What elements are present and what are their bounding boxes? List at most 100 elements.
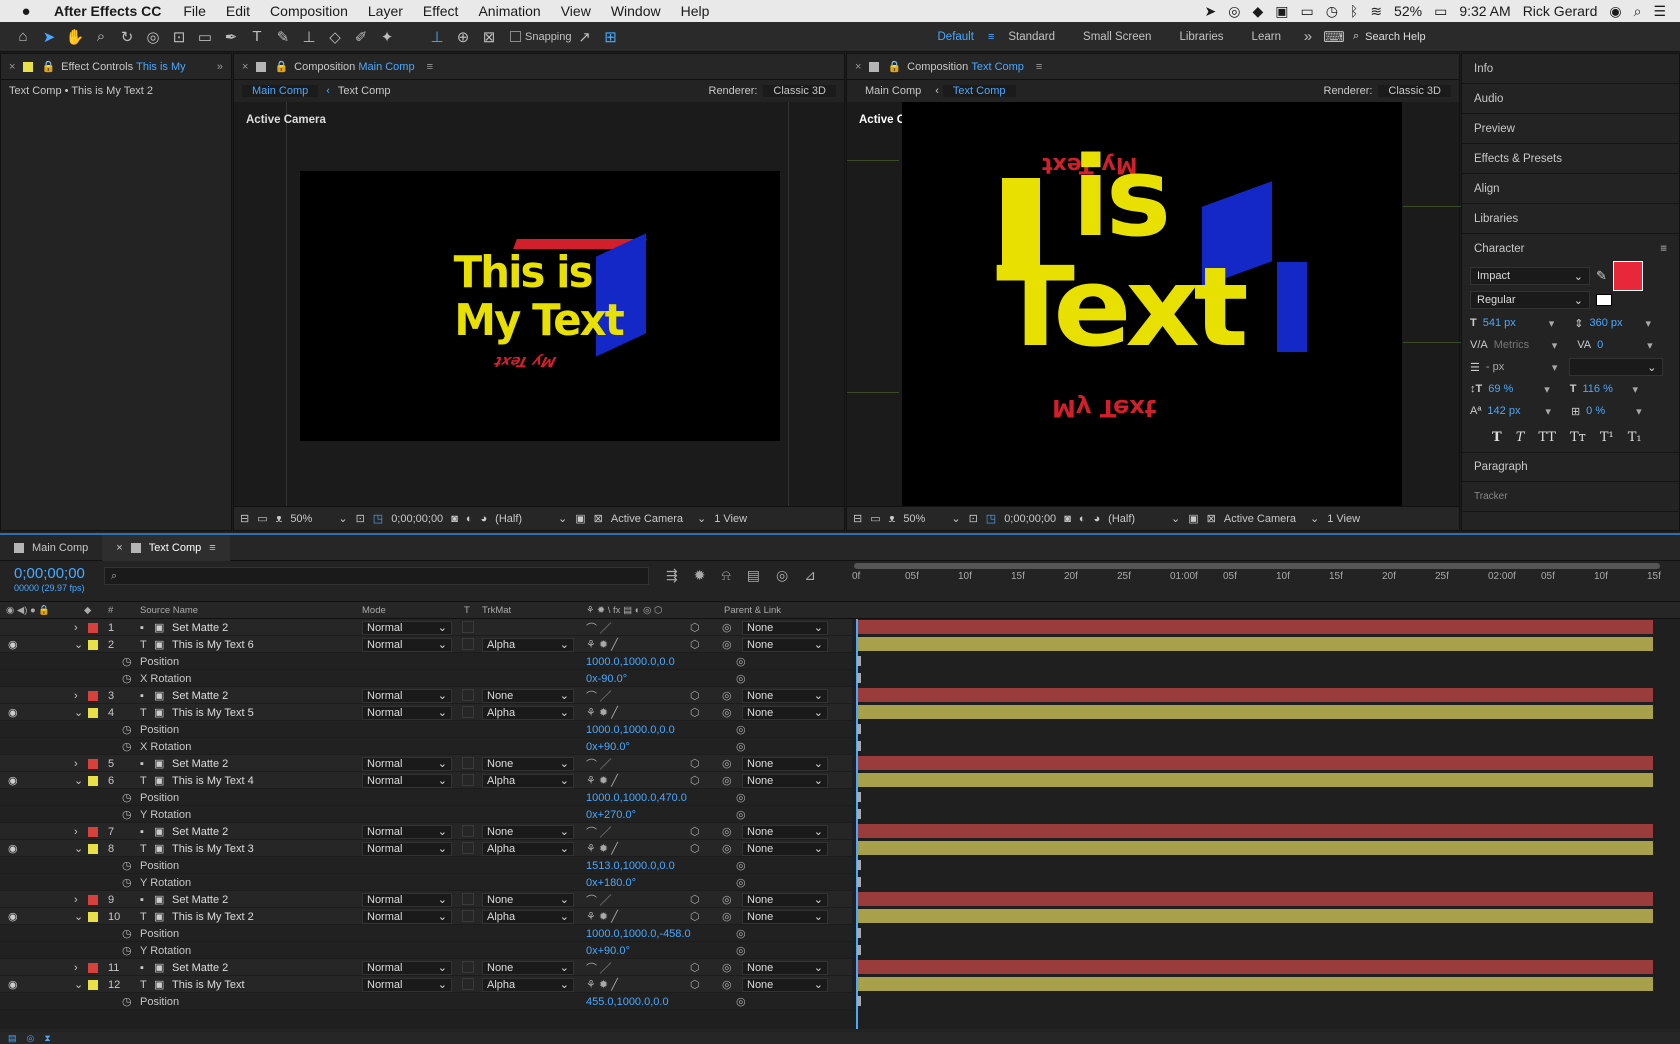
chevron-down-icon[interactable]: ⌄ bbox=[74, 840, 83, 857]
eye-icon[interactable]: ◉ bbox=[8, 908, 18, 925]
font-size-value[interactable]: 541 px bbox=[1483, 317, 1543, 329]
chevron-right-icon[interactable]: › bbox=[74, 619, 78, 636]
layer-duration-bar[interactable] bbox=[858, 620, 1653, 634]
chevron-down-icon[interactable]: ⌄ bbox=[74, 976, 83, 993]
snap-edges-icon[interactable]: ↗ bbox=[572, 24, 598, 50]
track-matte-select[interactable]: Alpha ⌄ bbox=[482, 977, 574, 992]
tracker-panel[interactable]: Tracker bbox=[1462, 482, 1679, 512]
panel-menu-icon[interactable]: ≡ bbox=[1036, 61, 1042, 73]
workspace-standard[interactable]: Standard bbox=[994, 31, 1069, 43]
resolution-select[interactable]: (Half) ⌄ bbox=[1108, 512, 1180, 526]
zoom-tool-icon[interactable]: ⌕ bbox=[88, 24, 114, 50]
close-icon[interactable]: × bbox=[242, 61, 248, 73]
track-matte-select[interactable]: Alpha ⌄ bbox=[482, 773, 574, 788]
layer-name[interactable]: This is My Text bbox=[172, 976, 245, 993]
layer-row[interactable]: › 1 ▪ ▣ Set Matte 2 Normal ⌄ ⌒ ╱ ⬡ ◎ None ⌄ bbox=[0, 619, 852, 636]
chevron-right-icon[interactable]: › bbox=[74, 891, 78, 908]
creative-cloud-icon[interactable]: ◎ bbox=[1228, 3, 1240, 20]
show-snapshot-icon[interactable]: ◐ bbox=[1079, 513, 1086, 525]
preserve-transparency-toggle[interactable] bbox=[462, 978, 474, 990]
panel-menu-icon[interactable]: ≡ bbox=[427, 61, 433, 73]
tsume-value[interactable]: 0 % bbox=[1586, 405, 1630, 417]
camera-orbit-icon[interactable]: ◎ bbox=[140, 24, 166, 50]
blend-mode-select[interactable]: Normal ⌄ bbox=[362, 960, 452, 975]
render-time-icon[interactable]: ⧗ bbox=[44, 1033, 50, 1044]
preserve-transparency-toggle[interactable] bbox=[462, 961, 474, 973]
timecode[interactable]: 0;00;00;00 bbox=[391, 513, 443, 525]
parent-select[interactable]: None ⌄ bbox=[742, 960, 828, 975]
track-matte-select[interactable]: Alpha ⌄ bbox=[482, 705, 574, 720]
3d-layer-icon[interactable]: ⬡ bbox=[690, 823, 700, 840]
layer-name[interactable]: This is My Text 4 bbox=[172, 772, 254, 789]
3d-layer-icon[interactable]: ⬡ bbox=[690, 891, 700, 908]
airplay-icon[interactable]: ▭ bbox=[1300, 3, 1313, 20]
pick-whip-icon[interactable]: ◎ bbox=[736, 653, 746, 670]
align-panel[interactable]: Align bbox=[1462, 174, 1679, 204]
user-avatar-icon[interactable]: ◉ bbox=[1609, 3, 1621, 20]
breadcrumb-text-comp[interactable]: Text Comp bbox=[338, 85, 391, 97]
chevron-down-icon[interactable]: ▾ bbox=[1552, 339, 1558, 352]
libraries-panel[interactable]: Libraries bbox=[1462, 204, 1679, 234]
region-of-interest-icon[interactable]: ▣ bbox=[1188, 512, 1198, 525]
blend-mode-select[interactable]: Normal ⌄ bbox=[362, 773, 452, 788]
color-channel-icon[interactable]: ◕ bbox=[1094, 513, 1101, 525]
font-family-select[interactable]: Impact ⌄ bbox=[1470, 267, 1590, 285]
user-name[interactable]: Rick Gerard bbox=[1523, 3, 1598, 19]
layer-duration-bar[interactable] bbox=[858, 773, 1653, 787]
blend-mode-select[interactable]: Normal ⌄ bbox=[362, 637, 452, 652]
always-preview-icon[interactable]: ⊟ bbox=[853, 512, 862, 525]
puppet-pin-icon[interactable]: ✦ bbox=[374, 24, 400, 50]
blend-mode-select[interactable]: Normal ⌄ bbox=[362, 841, 452, 856]
pick-whip-icon[interactable]: ◎ bbox=[736, 670, 746, 687]
pick-whip-icon[interactable]: ◎ bbox=[722, 959, 732, 976]
local-axis-icon[interactable]: ⊥ bbox=[424, 24, 450, 50]
chevron-right-icon[interactable]: › bbox=[74, 959, 78, 976]
pick-whip-icon[interactable]: ◎ bbox=[736, 857, 746, 874]
3d-layer-icon[interactable]: ⬡ bbox=[690, 976, 700, 993]
track-matte-select[interactable]: Alpha ⌄ bbox=[482, 909, 574, 924]
stopwatch-icon[interactable]: ◷ bbox=[122, 738, 132, 755]
switches-icons[interactable]: ⌒ ╱ bbox=[586, 959, 611, 976]
blend-mode-select[interactable]: Normal ⌄ bbox=[362, 620, 452, 635]
chevron-down-icon[interactable]: ⌄ bbox=[74, 704, 83, 721]
lock-icon[interactable]: 🔒 bbox=[887, 60, 901, 73]
stopwatch-icon[interactable]: ◷ bbox=[122, 806, 132, 823]
label-color[interactable] bbox=[88, 775, 98, 786]
track-matte-select[interactable]: None ⌄ bbox=[482, 756, 574, 771]
always-preview-icon[interactable]: ⊟ bbox=[240, 512, 249, 525]
preserve-transparency-toggle[interactable] bbox=[462, 893, 474, 905]
breadcrumb-text-comp[interactable]: Text Comp bbox=[942, 85, 1016, 97]
selection-tool-icon[interactable]: ➤ bbox=[36, 24, 62, 50]
monitor-icon[interactable]: ▭ bbox=[870, 512, 880, 525]
pick-whip-icon[interactable]: ◎ bbox=[722, 755, 732, 772]
switches-icons[interactable]: ⌒ ╱ bbox=[586, 687, 611, 704]
fill-color-swatch[interactable] bbox=[1612, 261, 1643, 291]
snapshot-icon[interactable]: ◙ bbox=[451, 513, 458, 525]
close-icon[interactable]: × bbox=[116, 542, 122, 554]
property-row[interactable]: ◷ X Rotation 0x-90.0° ◎ bbox=[0, 670, 852, 687]
keyframe-marker[interactable] bbox=[857, 792, 861, 802]
color-channel-icon[interactable]: ◕ bbox=[481, 513, 488, 525]
pick-whip-icon[interactable]: ◎ bbox=[722, 891, 732, 908]
battery-percent[interactable]: 52% bbox=[1394, 3, 1422, 19]
layer-row[interactable]: › 3 ▪ ▣ Set Matte 2 Normal ⌄ None ⌄ ⌒ ╱ ⬡ ◎ None ⌄ bbox=[0, 687, 852, 704]
pick-whip-icon[interactable]: ◎ bbox=[722, 636, 732, 653]
audio-panel[interactable]: Audio bbox=[1462, 84, 1679, 114]
workspace-small-screen[interactable]: Small Screen bbox=[1069, 31, 1165, 43]
chevron-down-icon[interactable]: ▾ bbox=[1636, 405, 1642, 418]
rotate-tool-icon[interactable]: ↻ bbox=[114, 24, 140, 50]
pick-whip-icon[interactable]: ◎ bbox=[736, 738, 746, 755]
view-layout[interactable]: 1 View bbox=[714, 513, 747, 525]
monitor-icon[interactable]: ▭ bbox=[257, 512, 267, 525]
pick-whip-icon[interactable]: ◎ bbox=[736, 874, 746, 891]
timecode[interactable]: 0;00;00;00 bbox=[1004, 513, 1056, 525]
switches-icons[interactable]: ⚘ ✹ ╱ bbox=[586, 636, 618, 653]
eraser-tool-icon[interactable]: ◇ bbox=[322, 24, 348, 50]
keyframe-marker[interactable] bbox=[857, 741, 861, 751]
3d-layer-icon[interactable]: ⬡ bbox=[690, 959, 700, 976]
effect-controls-tab[interactable]: × 🔒 Effect Controls This is My » bbox=[1, 54, 231, 80]
layer-duration-bar[interactable] bbox=[858, 688, 1653, 702]
apple-icon[interactable]: ● bbox=[0, 3, 52, 20]
app-name-menu[interactable]: After Effects CC bbox=[52, 3, 173, 19]
property-value[interactable]: 0x+180.0° bbox=[586, 874, 636, 891]
